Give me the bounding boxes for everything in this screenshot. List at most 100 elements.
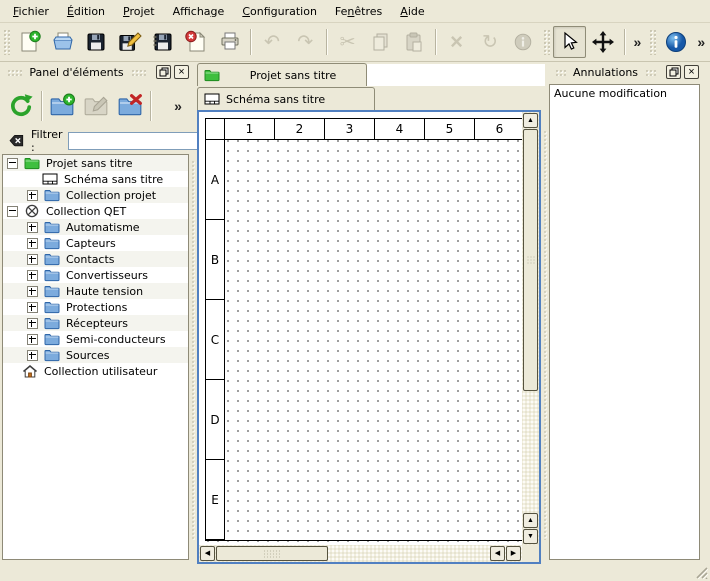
menu-fichier[interactable]: Fichier — [4, 2, 58, 21]
menu-fenetres[interactable]: Fenêtres — [326, 2, 391, 21]
toolbar-grip[interactable] — [543, 29, 550, 55]
expand-expander[interactable] — [27, 302, 38, 313]
expand-expander[interactable] — [27, 222, 38, 233]
menu-affichage[interactable]: Affichage — [164, 2, 234, 21]
tree-item-protections[interactable]: Protections — [3, 299, 188, 315]
scroll-up-button-2[interactable]: ▲ — [523, 513, 538, 528]
open-file-button[interactable] — [46, 26, 79, 58]
tree-item-convertisseurs[interactable]: Convertisseurs — [3, 267, 188, 283]
expand-expander[interactable] — [27, 334, 38, 345]
vertical-scrollbar[interactable]: ▲ ▲ ▼ — [522, 112, 539, 545]
expand-expander[interactable] — [27, 318, 38, 329]
drawing-area[interactable] — [225, 140, 525, 540]
dock-grip[interactable] — [555, 69, 566, 76]
print-icon — [218, 30, 242, 54]
up-arrow-icon: ▲ — [527, 117, 534, 124]
dock-grip[interactable] — [7, 69, 22, 76]
schema-canvas[interactable]: 1 2 3 4 5 6 A B C D E — [199, 112, 522, 545]
down-arrow-icon: ▼ — [527, 533, 534, 540]
redo-button: ↷ — [289, 26, 322, 58]
scroll-up-button[interactable]: ▲ — [523, 113, 538, 128]
help-overflow-button[interactable]: » — [692, 26, 710, 58]
horizontal-scroll-thumb[interactable] — [216, 546, 328, 561]
vertical-scroll-thumb[interactable] — [523, 129, 538, 391]
info-icon — [512, 31, 534, 53]
menu-edition[interactable]: Édition — [58, 2, 114, 21]
tree-item-collection-utilisateur[interactable]: Collection utilisateur — [3, 363, 188, 379]
scroll-down-button[interactable]: ▼ — [523, 529, 538, 544]
save-button[interactable] — [80, 26, 113, 58]
pan-mode-button[interactable] — [586, 26, 619, 58]
reload-collections-button[interactable] — [4, 88, 38, 124]
collapse-expander[interactable] — [7, 158, 18, 169]
expand-expander[interactable] — [27, 238, 38, 249]
close-icon: × — [688, 67, 694, 78]
menu-bar: Fichier Édition Projet Affichage Configu… — [0, 0, 710, 23]
project-tab-label: Projet sans titre — [226, 69, 360, 82]
panel-overflow-button[interactable]: » — [168, 90, 188, 122]
tree-item-projet-sans-titre[interactable]: Projet sans titre — [3, 155, 188, 171]
toolbar-grip[interactable] — [649, 29, 656, 55]
open-file-icon — [51, 30, 75, 54]
tree-item-semi-conducteurs[interactable]: Semi-conducteurs — [3, 331, 188, 347]
delete-category-button[interactable] — [113, 88, 147, 124]
horizontal-scrollbar[interactable]: ◀ ◀ ▶ — [199, 545, 522, 562]
tree-item-recepteurs[interactable]: Récepteurs — [3, 315, 188, 331]
panel-separator — [41, 91, 42, 121]
right-splitter-handle[interactable] — [543, 130, 548, 540]
close-file-icon — [184, 30, 208, 54]
menu-configuration[interactable]: Configuration — [233, 2, 326, 21]
toolbar-overflow-button[interactable]: » — [629, 26, 647, 58]
dock-grip[interactable] — [131, 69, 146, 76]
grid-row-header: A — [206, 140, 225, 220]
blue-folder-icon — [44, 236, 60, 250]
title-block-grid: 1 2 3 4 5 6 A B C D E — [205, 118, 526, 541]
tree-item-automatisme[interactable]: Automatisme — [3, 219, 188, 235]
close-file-button[interactable] — [180, 26, 213, 58]
expand-expander[interactable] — [27, 350, 38, 361]
left-splitter-handle[interactable] — [191, 160, 196, 540]
close-panel-button[interactable]: × — [174, 65, 189, 79]
tree-item-contacts[interactable]: Contacts — [3, 251, 188, 267]
close-panel-button[interactable]: × — [684, 65, 699, 79]
tree-item-haute-tension[interactable]: Haute tension — [3, 283, 188, 299]
delete-icon: × — [450, 31, 463, 53]
menu-projet[interactable]: Projet — [114, 2, 164, 21]
print-button[interactable] — [213, 26, 246, 58]
tree-item-schema-sans-titre[interactable]: Schéma sans titre — [3, 171, 188, 187]
toolbar-grip[interactable] — [3, 29, 10, 55]
collapse-expander[interactable] — [7, 206, 18, 217]
window-resize-grip[interactable] — [693, 564, 708, 579]
tab-schema-sans-titre[interactable]: Schéma sans titre — [197, 87, 375, 110]
expand-expander[interactable] — [27, 190, 38, 201]
tree-item-sources[interactable]: Sources — [3, 347, 188, 363]
rotate-button: ↻ — [473, 26, 506, 58]
about-button[interactable] — [659, 26, 692, 58]
scroll-right-button[interactable]: ▶ — [506, 546, 521, 561]
tab-projet-sans-titre[interactable]: Projet sans titre — [197, 63, 367, 86]
undo-list[interactable]: Aucune modification — [549, 84, 700, 560]
float-panel-button[interactable] — [666, 65, 681, 79]
scroll-left-button[interactable]: ◀ — [200, 546, 215, 561]
paste-icon — [402, 30, 426, 54]
up-arrow-icon: ▲ — [527, 517, 534, 524]
save-as-button[interactable] — [113, 26, 146, 58]
expand-expander[interactable] — [27, 286, 38, 297]
menu-aide[interactable]: Aide — [391, 2, 433, 21]
paste-button — [398, 26, 431, 58]
tree-item-collection-qet[interactable]: Collection QET — [3, 203, 188, 219]
undo-list-item[interactable]: Aucune modification — [550, 85, 699, 102]
expand-expander[interactable] — [27, 270, 38, 281]
clear-filter-button[interactable] — [6, 131, 26, 151]
save-all-button[interactable] — [146, 26, 179, 58]
expand-expander[interactable] — [27, 254, 38, 265]
scroll-left-button-2[interactable]: ◀ — [490, 546, 505, 561]
float-panel-button[interactable] — [156, 65, 171, 79]
select-mode-button[interactable] — [553, 26, 586, 58]
dock-grip[interactable] — [645, 69, 656, 76]
new-category-button[interactable] — [45, 88, 79, 124]
tree-item-capteurs[interactable]: Capteurs — [3, 235, 188, 251]
grid-column-header: 4 — [375, 119, 425, 140]
new-file-button[interactable] — [13, 26, 46, 58]
tree-item-collection-projet[interactable]: Collection projet — [3, 187, 188, 203]
